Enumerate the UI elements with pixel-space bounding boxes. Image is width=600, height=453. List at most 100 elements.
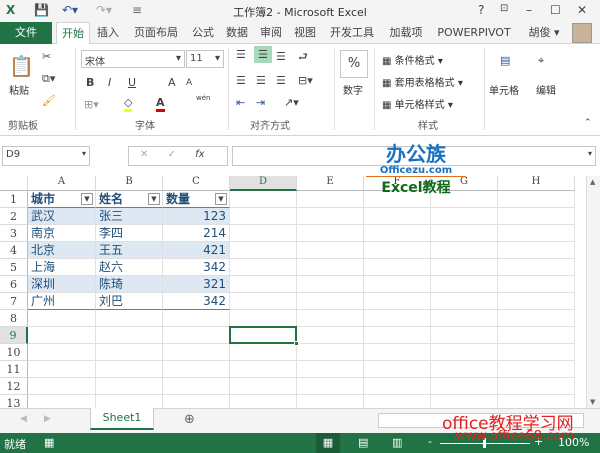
cell[interactable] xyxy=(498,225,575,242)
cancel-button[interactable]: ✕ xyxy=(140,149,148,160)
cell[interactable] xyxy=(498,310,575,327)
help-button[interactable]: ? xyxy=(478,3,484,17)
fill-handle[interactable] xyxy=(294,341,299,346)
cell[interactable] xyxy=(364,344,431,361)
format-as-table-button[interactable]: ▦ 套用表格格式 ▾ xyxy=(382,74,463,89)
cell[interactable] xyxy=(431,225,498,242)
cells-button[interactable]: 单元格 xyxy=(489,82,519,97)
scroll-next-sheet-icon[interactable]: ▶ xyxy=(44,414,51,424)
ribbon-display-button[interactable]: ⊡ xyxy=(500,3,508,14)
table-cell[interactable]: 上海 xyxy=(28,259,96,276)
insert-function-button[interactable]: fx xyxy=(195,149,204,160)
cell[interactable] xyxy=(431,293,498,310)
cell[interactable] xyxy=(498,242,575,259)
cell[interactable] xyxy=(230,242,297,259)
tab-file[interactable]: 文件 xyxy=(0,22,52,44)
table-cell[interactable]: 王五 xyxy=(96,242,163,259)
align-left-icon[interactable]: ☰ xyxy=(236,74,246,87)
close-button[interactable]: ✕ xyxy=(577,3,587,17)
tab-page-layout[interactable]: 页面布局 xyxy=(128,22,184,44)
cell[interactable] xyxy=(297,310,364,327)
cell[interactable] xyxy=(364,242,431,259)
macro-record-icon[interactable]: ▦ xyxy=(44,436,54,449)
italic-button[interactable]: I xyxy=(108,76,111,89)
cell[interactable] xyxy=(163,344,230,361)
shrink-font-button[interactable]: A xyxy=(186,78,192,88)
table-header-cell[interactable]: 城市 ▼ xyxy=(28,191,96,208)
cell[interactable] xyxy=(163,310,230,327)
font-name-select[interactable]: 宋体 ▾ xyxy=(81,50,185,68)
normal-view-icon[interactable]: ▦ xyxy=(316,433,340,453)
row-header-3[interactable]: 3 xyxy=(0,225,28,242)
wrap-text-icon[interactable]: ⮐ xyxy=(298,48,308,67)
cell[interactable] xyxy=(297,361,364,378)
select-all-button[interactable] xyxy=(0,176,28,191)
align-top-icon[interactable]: ☰ xyxy=(236,48,246,61)
cell[interactable] xyxy=(498,293,575,310)
column-header-A[interactable]: A xyxy=(28,176,96,191)
cell[interactable] xyxy=(28,344,96,361)
find-icon[interactable]: ⌖ xyxy=(538,54,544,68)
align-right-icon[interactable]: ☰ xyxy=(276,74,286,87)
table-header-cell[interactable]: 姓名 ▼ xyxy=(96,191,163,208)
tab-home[interactable]: 开始 xyxy=(56,22,90,44)
cell[interactable] xyxy=(364,327,431,344)
cell[interactable] xyxy=(297,191,364,208)
cut-icon[interactable]: ✂ xyxy=(42,50,51,63)
cell[interactable] xyxy=(28,378,96,395)
cell[interactable] xyxy=(297,242,364,259)
cell[interactable] xyxy=(431,344,498,361)
increase-indent-icon[interactable]: ⇥ xyxy=(256,96,265,109)
cell[interactable] xyxy=(297,327,364,344)
cell[interactable] xyxy=(230,259,297,276)
column-header-D[interactable]: D xyxy=(230,176,297,191)
cell[interactable] xyxy=(364,378,431,395)
scroll-prev-sheet-icon[interactable]: ◀ xyxy=(20,414,27,424)
table-cell[interactable]: 赵六 xyxy=(96,259,163,276)
tab-data[interactable]: 数据 xyxy=(222,22,252,44)
cell[interactable] xyxy=(431,378,498,395)
cell[interactable] xyxy=(28,310,96,327)
page-layout-view-icon[interactable]: ▤ xyxy=(358,436,368,449)
cell[interactable] xyxy=(431,276,498,293)
table-cell[interactable]: 321 xyxy=(163,276,230,293)
table-cell[interactable]: 陈琦 xyxy=(96,276,163,293)
cell[interactable] xyxy=(230,225,297,242)
cell[interactable] xyxy=(431,259,498,276)
page-break-view-icon[interactable]: ▥ xyxy=(392,436,402,449)
borders-icon[interactable]: ⊞▾ xyxy=(84,98,99,111)
table-cell[interactable]: 北京 xyxy=(28,242,96,259)
font-size-select[interactable]: 11 ▾ xyxy=(186,50,224,68)
cell[interactable] xyxy=(230,191,297,208)
cell[interactable] xyxy=(498,378,575,395)
maximize-button[interactable]: ☐ xyxy=(550,3,561,17)
cell[interactable] xyxy=(498,259,575,276)
column-header-H[interactable]: H xyxy=(498,176,575,191)
cell[interactable] xyxy=(297,225,364,242)
cell[interactable] xyxy=(96,344,163,361)
cell[interactable] xyxy=(364,361,431,378)
cell[interactable] xyxy=(96,378,163,395)
sheet-tab-sheet1[interactable]: Sheet1 xyxy=(90,408,154,430)
cell[interactable] xyxy=(230,378,297,395)
cell[interactable] xyxy=(498,208,575,225)
cells-icon[interactable]: ▤ xyxy=(500,54,510,67)
tab-addins[interactable]: 加载项 xyxy=(384,22,428,44)
tab-review[interactable]: 审阅 xyxy=(256,22,286,44)
cell[interactable] xyxy=(297,276,364,293)
cell[interactable] xyxy=(230,208,297,225)
cell[interactable] xyxy=(297,293,364,310)
enter-button[interactable]: ✓ xyxy=(168,149,176,160)
tab-developer[interactable]: 开发工具 xyxy=(324,22,380,44)
cell[interactable] xyxy=(230,293,297,310)
row-header-12[interactable]: 12 xyxy=(0,378,28,395)
cell[interactable] xyxy=(297,259,364,276)
cell[interactable] xyxy=(28,327,96,344)
row-header-5[interactable]: 5 xyxy=(0,259,28,276)
table-cell[interactable]: 421 xyxy=(163,242,230,259)
cell[interactable] xyxy=(498,191,575,208)
cell[interactable] xyxy=(230,361,297,378)
filter-dropdown-icon[interactable]: ▼ xyxy=(81,193,93,205)
table-cell[interactable]: 刘巴 xyxy=(96,293,163,310)
cell[interactable] xyxy=(297,378,364,395)
